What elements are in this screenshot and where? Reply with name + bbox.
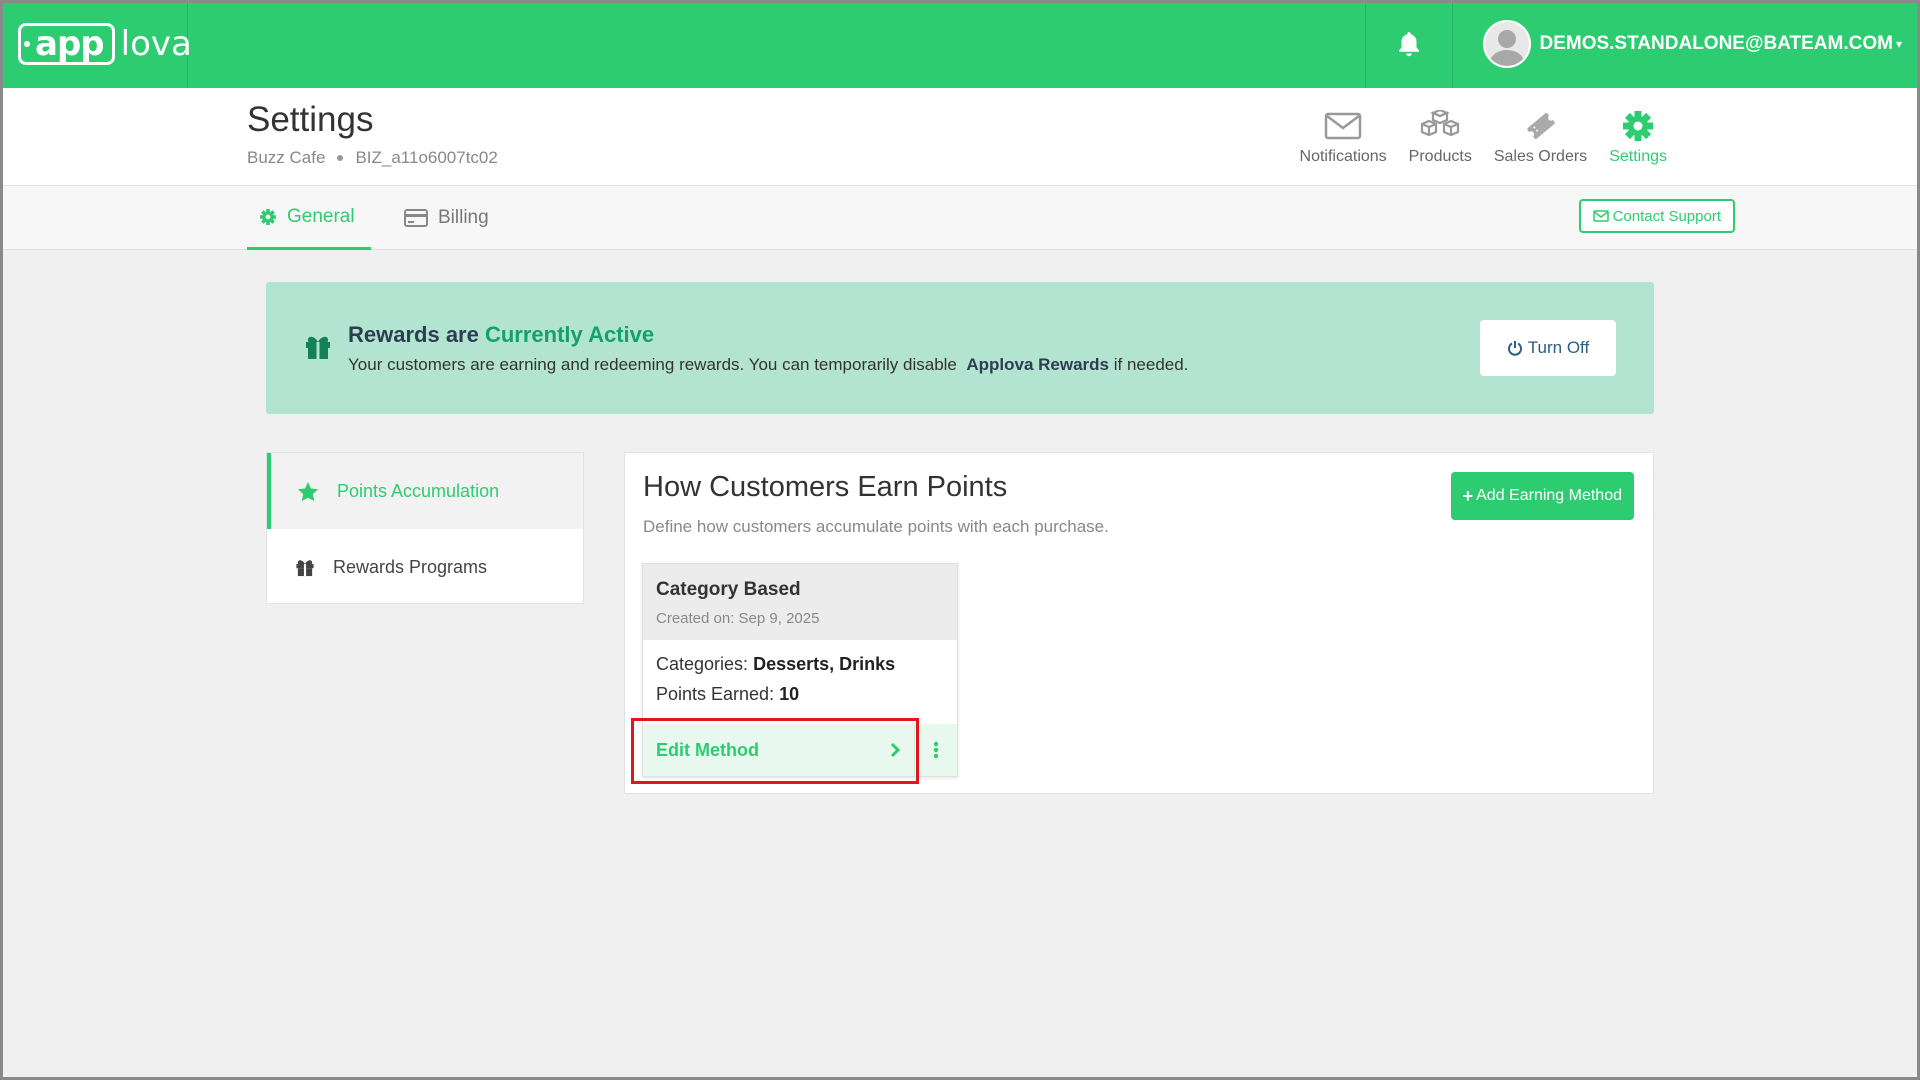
- rewards-side-menu: Points Accumulation Rewards Programs: [266, 452, 584, 604]
- rewards-status-banner: Rewards are Currently Active Your custom…: [266, 282, 1654, 414]
- categories-label: Categories:: [656, 654, 749, 674]
- envelope-icon: [1592, 210, 1609, 222]
- turn-off-label: Turn Off: [1527, 338, 1590, 357]
- business-name: Buzz Cafe: [247, 148, 326, 167]
- user-email: DEMOS.STANDALONE@BATEAM.COM: [1539, 33, 1893, 54]
- user-menu[interactable]: DEMOS.STANDALONE@BATEAM.COM ▾: [1453, 0, 1920, 88]
- contact-support-label: Contact Support: [1612, 207, 1721, 225]
- points-label: Points Earned:: [656, 684, 775, 704]
- nav-sales-orders[interactable]: Sales Orders: [1494, 110, 1587, 166]
- page-title: Settings: [247, 100, 374, 139]
- caret-down-icon: ▾: [1895, 37, 1902, 51]
- business-id: BIZ_a11o6007tc02: [355, 148, 498, 167]
- card-categories: Categories: Desserts, Drinks: [656, 654, 944, 675]
- top-nav: Notifications Products Sales Orders Sett…: [1278, 110, 1667, 166]
- logo-text-main: app: [35, 24, 105, 64]
- logo-mark: app: [18, 23, 115, 65]
- logo-text-rest: lova: [120, 24, 192, 64]
- banner-title: Rewards are Currently Active: [348, 322, 654, 348]
- banner-status: Currently Active: [484, 322, 655, 347]
- contact-support-button[interactable]: Contact Support: [1578, 199, 1735, 233]
- menu-item-label: Points Accumulation: [337, 480, 500, 501]
- star-icon: [298, 481, 318, 501]
- page-header: Settings Buzz Cafe BIZ_a11o6007tc02 Noti…: [3, 88, 1917, 186]
- menu-item-rewards-programs[interactable]: Rewards Programs: [267, 529, 583, 605]
- tab-general[interactable]: General: [247, 186, 371, 250]
- points-value: 10: [779, 684, 800, 704]
- nav-settings[interactable]: Settings: [1609, 110, 1667, 166]
- card-points: Points Earned: 10: [656, 684, 944, 705]
- nav-notifications[interactable]: Notifications: [1300, 110, 1387, 166]
- edit-method-label: Edit Method: [656, 739, 759, 760]
- banner-description: Your customers are earning and redeeming…: [348, 355, 1188, 375]
- panel-title: How Customers Earn Points: [643, 471, 1008, 503]
- gear-icon: [260, 208, 276, 225]
- app-logo[interactable]: app lova: [0, 0, 192, 88]
- card-body: Categories: Desserts, Drinks Points Earn…: [643, 640, 957, 728]
- card-created-date: Created on: Sep 9, 2025: [656, 610, 820, 627]
- gift-icon: [296, 559, 314, 576]
- business-info: Buzz Cafe BIZ_a11o6007tc02: [247, 148, 498, 168]
- separator-dot: [337, 155, 344, 161]
- nav-label: Products: [1408, 148, 1472, 165]
- gift-icon: [306, 336, 330, 359]
- menu-item-label: Rewards Programs: [333, 556, 488, 577]
- notifications-bell-button[interactable]: [1365, 0, 1454, 88]
- menu-item-points-accumulation[interactable]: Points Accumulation: [267, 453, 583, 529]
- bell-icon: [1399, 32, 1420, 57]
- user-silhouette-icon: [1489, 30, 1526, 66]
- envelope-icon: [1324, 112, 1362, 140]
- nav-label: Settings: [1609, 148, 1667, 165]
- plus-icon: +: [1462, 485, 1474, 506]
- nav-products[interactable]: Products: [1409, 110, 1472, 166]
- categories-value: Desserts, Drinks: [753, 654, 896, 674]
- nav-label: Sales Orders: [1493, 148, 1588, 165]
- card-footer: Edit Method: [643, 724, 957, 776]
- chevron-right-icon: [890, 742, 901, 758]
- nav-label: Notifications: [1299, 148, 1387, 165]
- banner-title-prefix: Rewards are: [348, 322, 479, 347]
- panel-description: Define how customers accumulate points w…: [643, 517, 1109, 536]
- earning-methods-panel: How Customers Earn Points Define how cus…: [624, 452, 1654, 794]
- earning-method-card: Category Based Created on: Sep 9, 2025 C…: [642, 563, 958, 777]
- tab-label: General: [287, 205, 355, 227]
- kebab-menu-icon: [933, 741, 939, 759]
- power-icon: [1507, 341, 1522, 356]
- settings-tabs: General Billing Contact Support: [3, 186, 1917, 250]
- top-bar: app lova DEMOS.STANDALONE@BATEAM.COM ▾: [0, 0, 1920, 88]
- tab-label: Billing: [438, 207, 489, 228]
- tab-billing[interactable]: Billing: [404, 186, 489, 250]
- gear-icon: [1623, 111, 1654, 141]
- card-header: Category Based Created on: Sep 9, 2025: [643, 564, 957, 640]
- card-title: Category Based: [656, 579, 801, 600]
- boxes-icon: [1421, 110, 1460, 137]
- more-options-button[interactable]: [915, 741, 957, 759]
- add-earning-method-label: Add Earning Method: [1476, 487, 1622, 504]
- banner-brand: Applova Rewards: [966, 355, 1109, 374]
- avatar: [1483, 20, 1532, 68]
- ticket-icon: [1526, 113, 1555, 139]
- banner-text-before: Your customers are earning and redeeming…: [348, 355, 957, 374]
- edit-method-button[interactable]: Edit Method: [643, 724, 915, 776]
- add-earning-method-button[interactable]: + Add Earning Method: [1450, 472, 1634, 520]
- turn-off-button[interactable]: Turn Off: [1480, 320, 1616, 376]
- banner-text-after: if needed.: [1113, 355, 1189, 374]
- credit-card-icon: [404, 209, 428, 227]
